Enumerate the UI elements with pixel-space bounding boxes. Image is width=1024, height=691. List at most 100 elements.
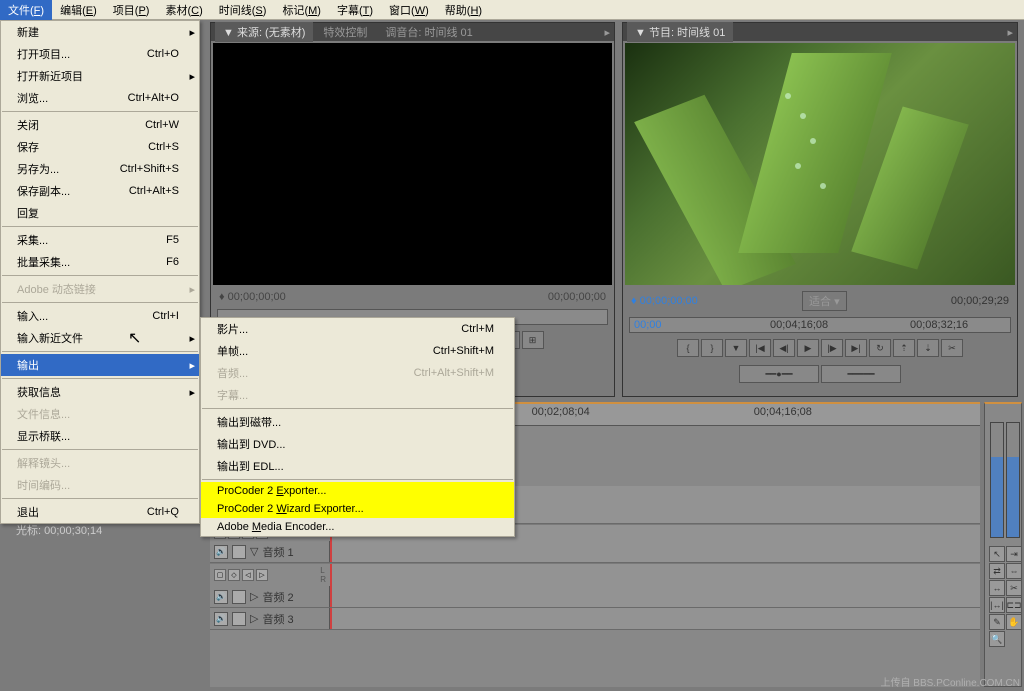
- audio-track-3-header[interactable]: 🔊 ▷ 音频 3: [210, 608, 330, 629]
- file-menu-item[interactable]: 保存副本...Ctrl+Alt+S: [1, 180, 199, 202]
- menubar: 文件(F) 编辑(E) 项目(P) 素材(C) 时间线(S) 标记(M) 字幕(…: [0, 0, 1024, 20]
- play-button[interactable]: ▶: [797, 339, 819, 357]
- lock-icon[interactable]: [232, 545, 246, 559]
- tab-source[interactable]: ▼ 来源: (无素材): [215, 22, 313, 42]
- zoom-tool[interactable]: 🔍: [989, 631, 1005, 647]
- track-select-tool[interactable]: ⇥: [1006, 546, 1022, 562]
- speaker-icon[interactable]: 🔊: [214, 545, 228, 559]
- file-menu-dropdown: 新建▸打开项目...Ctrl+O打开新近项目▸浏览...Ctrl+Alt+O 关闭…: [0, 20, 200, 524]
- file-menu-item: Adobe 动态链接▸: [1, 278, 199, 300]
- file-menu-item[interactable]: 采集...F5: [1, 229, 199, 251]
- tab-mixer[interactable]: 调音台: 时间线 01: [377, 22, 480, 42]
- menu-clip[interactable]: 素材(C): [157, 0, 210, 20]
- ripple-tool[interactable]: ⇄: [989, 563, 1005, 579]
- file-menu-item[interactable]: 打开新近项目▸: [1, 65, 199, 87]
- file-menu-item[interactable]: 另存为...Ctrl+Shift+S: [1, 158, 199, 180]
- panel-menu-icon[interactable]: ▸: [604, 26, 610, 39]
- set-out-button[interactable]: }: [701, 339, 723, 357]
- export-menu-item[interactable]: 单帧...Ctrl+Shift+M: [201, 340, 514, 362]
- jog-slider[interactable]: ━━●━━: [739, 365, 819, 383]
- source-tabs: ▼ 来源: (无素材) 特效控制 调音台: 时间线 01 ▸: [211, 23, 614, 41]
- watermark: 上传自 BBS.PConline.COM.CN: [881, 674, 1020, 689]
- goto-in-button[interactable]: |◀: [749, 339, 771, 357]
- file-menu-item[interactable]: 批量采集...F6: [1, 251, 199, 273]
- program-transport-controls: { } ▼ |◀ ◀| ▶ |▶ ▶| ↻ ⇡ ⇣ ✂: [623, 335, 1017, 361]
- file-menu-item[interactable]: 输入新近文件▸: [1, 327, 199, 349]
- menu-project[interactable]: 项目(P): [105, 0, 158, 20]
- menu-file[interactable]: 文件(F): [0, 0, 52, 20]
- menu-marker[interactable]: 标记(M): [274, 0, 329, 20]
- file-menu-item[interactable]: 浏览...Ctrl+Alt+O: [1, 87, 199, 109]
- shuttle-slider[interactable]: ━━━━━: [821, 365, 901, 383]
- trim-button[interactable]: ✂: [941, 339, 963, 357]
- prev-keyframe-icon[interactable]: ◁: [242, 569, 254, 581]
- export-submenu: 影片...Ctrl+M单帧...Ctrl+Shift+M音频...Ctrl+Al…: [200, 317, 515, 537]
- menu-edit[interactable]: 编辑(E): [52, 0, 105, 20]
- export-menu-item[interactable]: 影片...Ctrl+M: [201, 318, 514, 340]
- speaker-icon[interactable]: 🔊: [214, 612, 228, 626]
- export-menu-item[interactable]: 输出到 DVD...: [201, 433, 514, 455]
- program-time-ruler[interactable]: 00;00 00;04;16;08 00;08;32;16: [629, 317, 1011, 333]
- export-menu-item[interactable]: 输出到 EDL...: [201, 455, 514, 477]
- audio-track-2-header[interactable]: 🔊 ▷ 音频 2: [210, 586, 330, 607]
- set-in-button[interactable]: {: [677, 339, 699, 357]
- goto-out-button[interactable]: ▶|: [845, 339, 867, 357]
- step-back-button[interactable]: ◀|: [773, 339, 795, 357]
- pen-tool[interactable]: ✎: [989, 614, 1005, 630]
- source-timecode-left: ♦ 00;00;00;00: [219, 291, 286, 303]
- marker-button[interactable]: ▼: [725, 339, 747, 357]
- tab-effects[interactable]: 特效控制: [315, 22, 375, 42]
- hand-tool[interactable]: ✋: [1006, 614, 1022, 630]
- audio-track-1-header[interactable]: 🔊 ▽ 音频 1: [210, 541, 330, 562]
- lock-icon[interactable]: [232, 590, 246, 604]
- overlay-button[interactable]: ⊞: [522, 331, 544, 349]
- rate-tool[interactable]: ↔: [989, 580, 1005, 596]
- file-menu-item[interactable]: 打开项目...Ctrl+O: [1, 43, 199, 65]
- audio-track-3-content[interactable]: [330, 608, 980, 629]
- menu-sequence[interactable]: 时间线(S): [211, 0, 275, 20]
- zoom-fit-dropdown[interactable]: 适合 ▾: [802, 291, 847, 311]
- selection-tool[interactable]: ↖: [989, 546, 1005, 562]
- file-menu-item[interactable]: 获取信息▸: [1, 381, 199, 403]
- file-menu-item[interactable]: 关闭Ctrl+W: [1, 114, 199, 136]
- meter-right: [1006, 422, 1020, 538]
- tab-program[interactable]: ▼ 节目: 时间线 01: [627, 22, 733, 42]
- program-timecode-left[interactable]: ♦ 00;00;00;00: [631, 295, 698, 307]
- lock-icon[interactable]: [232, 612, 246, 626]
- lift-button[interactable]: ⇡: [893, 339, 915, 357]
- file-menu-item[interactable]: 输入...Ctrl+I: [1, 305, 199, 327]
- panel-menu-icon[interactable]: ▸: [1007, 26, 1013, 39]
- menu-help[interactable]: 帮助(H): [437, 0, 490, 20]
- speaker-icon[interactable]: 🔊: [214, 590, 228, 604]
- collapse-icon[interactable]: ▽: [250, 545, 258, 558]
- file-menu-item[interactable]: 输出▸: [1, 354, 199, 376]
- rolling-tool[interactable]: ⇔: [1006, 563, 1022, 579]
- track-output-icon[interactable]: ▢: [214, 569, 226, 581]
- menu-window[interactable]: 窗口(W): [381, 0, 437, 20]
- export-menu-item[interactable]: ProCoder 2 Exporter...: [201, 482, 514, 500]
- audio-track-1-content[interactable]: [330, 541, 980, 562]
- file-menu-item[interactable]: 保存Ctrl+S: [1, 136, 199, 158]
- file-menu-item[interactable]: 回复: [1, 202, 199, 224]
- export-menu-item[interactable]: ProCoder 2 Wizard Exporter...: [201, 500, 514, 518]
- file-menu-item[interactable]: 显示桥联...: [1, 425, 199, 447]
- file-menu-item[interactable]: 退出Ctrl+Q: [1, 501, 199, 523]
- slip-tool[interactable]: |↔|: [989, 597, 1005, 613]
- track-keyframe-icon[interactable]: ◇: [228, 569, 240, 581]
- tool-grid: ↖ ⇥ ⇄ ⇔ ↔ ✂ |↔| ⊏⊐ ✎ ✋ 🔍: [988, 545, 1022, 648]
- expand-icon[interactable]: ▷: [250, 590, 258, 603]
- file-menu-item[interactable]: 新建▸: [1, 21, 199, 43]
- export-menu-item[interactable]: Adobe Media Encoder...: [201, 518, 514, 536]
- slide-tool[interactable]: ⊏⊐: [1006, 597, 1022, 613]
- extract-button[interactable]: ⇣: [917, 339, 939, 357]
- menu-title[interactable]: 字幕(T): [329, 0, 381, 20]
- next-keyframe-icon[interactable]: ▷: [256, 569, 268, 581]
- razor-tool[interactable]: ✂: [1006, 580, 1022, 596]
- program-viewport: [625, 43, 1015, 285]
- export-menu-item[interactable]: 输出到磁带...: [201, 411, 514, 433]
- audio-track-2-content[interactable]: [330, 586, 980, 607]
- step-fwd-button[interactable]: |▶: [821, 339, 843, 357]
- loop-button[interactable]: ↻: [869, 339, 891, 357]
- expand-icon[interactable]: ▷: [250, 612, 258, 625]
- source-viewport: [213, 43, 612, 285]
